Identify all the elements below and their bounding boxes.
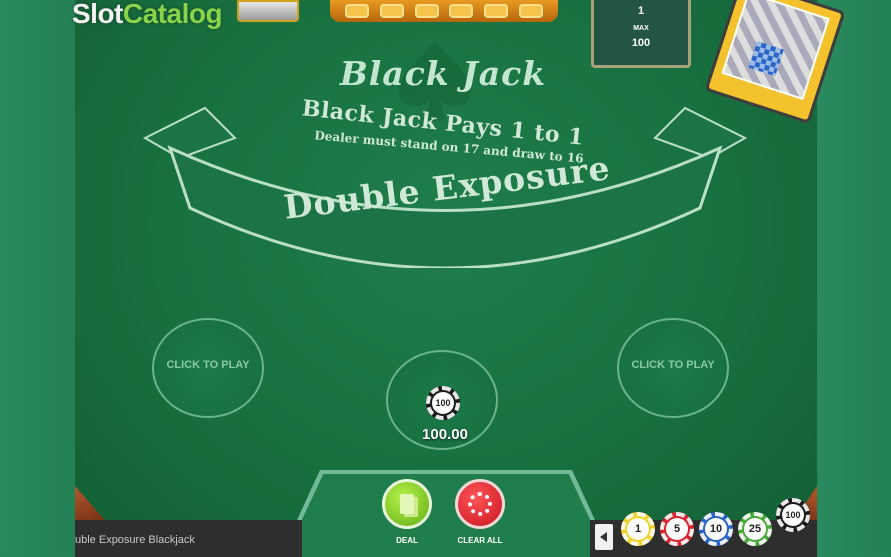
menu-slot-icon[interactable] — [379, 4, 404, 18]
deal-label: DEAL — [396, 536, 418, 545]
menu-slot-icon[interactable] — [518, 4, 543, 18]
game-stage: SlotCatalog 1 MAX 100 Black Jack Black J… — [0, 0, 891, 557]
table-limits-sign: 1 MAX 100 — [591, 0, 691, 68]
chip-1[interactable]: 1 — [621, 512, 655, 546]
control-panel — [300, 474, 592, 557]
bet-spot-right[interactable]: CLICK TO PLAY — [617, 318, 729, 418]
max-limit-label: MAX — [633, 25, 649, 32]
bet-spot-left[interactable]: CLICK TO PLAY — [152, 318, 264, 418]
menu-slot-icon[interactable] — [449, 4, 474, 18]
menu-slot-icon[interactable] — [483, 4, 508, 18]
game-title: Black Jack — [339, 54, 547, 93]
click-to-play-label: CLICK TO PLAY — [166, 359, 250, 371]
chip-value: 1 — [627, 518, 649, 540]
clear-all-label: CLEAR ALL — [457, 536, 503, 545]
chip-value: 100 — [782, 504, 804, 526]
chip-5[interactable]: 5 — [660, 512, 694, 546]
menu-bar-icon[interactable] — [237, 0, 299, 22]
chip-25[interactable]: 25 — [738, 512, 772, 546]
chip-10[interactable]: 10 — [699, 512, 733, 546]
max-limit-value: 100 — [631, 37, 651, 49]
top-menu-strip[interactable] — [330, 0, 558, 22]
chip-value: 25 — [744, 518, 766, 540]
clear-all-button[interactable] — [455, 479, 505, 529]
placed-chip-value: 100 — [432, 392, 454, 414]
logo-part-1: Slot — [72, 0, 123, 29]
deal-button[interactable] — [382, 479, 432, 529]
center-bet-amount: 100.00 — [422, 426, 468, 443]
logo-part-2: Catalog — [122, 0, 223, 29]
chip-100[interactable]: 100 — [776, 498, 810, 532]
game-name-footer: uble Exposure Blackjack — [75, 534, 195, 546]
chip-clear-icon — [468, 492, 492, 516]
cards-icon — [400, 494, 414, 514]
menu-slot-icon[interactable] — [345, 4, 370, 18]
chip-value: 5 — [666, 518, 688, 540]
min-limit-value: 1 — [637, 5, 645, 17]
chip-value: 10 — [705, 518, 727, 540]
chip-scroll-left-button[interactable] — [595, 524, 613, 550]
left-background — [0, 0, 75, 557]
placed-chip[interactable]: 100 — [426, 386, 460, 420]
watermark-logo: SlotCatalog — [72, 0, 223, 30]
right-background — [817, 0, 891, 557]
click-to-play-label: CLICK TO PLAY — [631, 359, 715, 371]
menu-slot-icon[interactable] — [414, 4, 439, 18]
